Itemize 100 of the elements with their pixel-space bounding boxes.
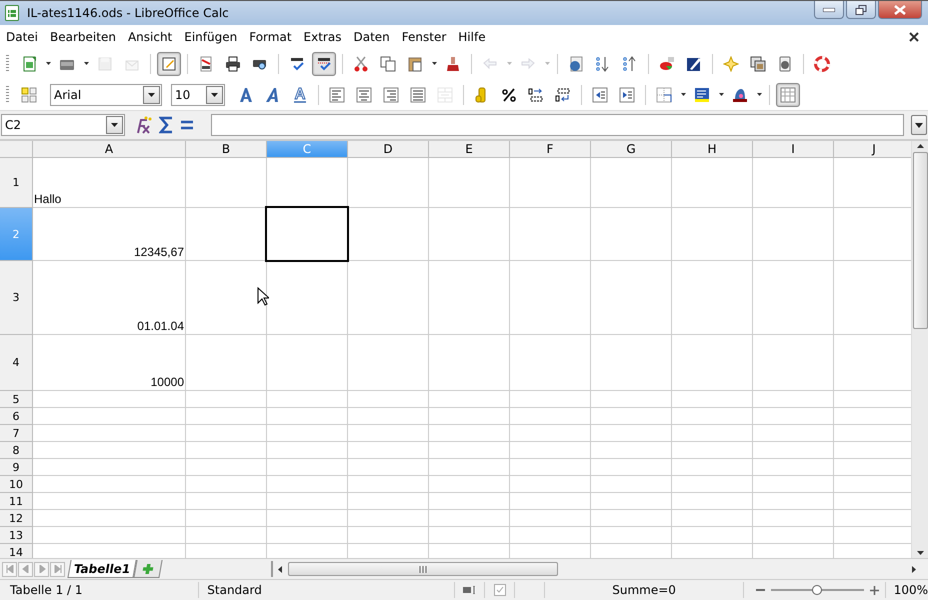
minimize-button[interactable]	[814, 1, 844, 19]
column-header[interactable]: A	[33, 141, 186, 158]
column-header[interactable]: J	[834, 141, 911, 158]
column-header[interactable]: B	[186, 141, 267, 158]
row-header[interactable]: 3	[0, 261, 33, 335]
row-header[interactable]: 13	[0, 527, 33, 544]
four-squares-icon	[21, 86, 37, 102]
align-center-icon	[356, 86, 372, 102]
edit-button[interactable]	[157, 52, 181, 76]
row-header[interactable]: 1	[0, 158, 33, 208]
scissors-icon	[353, 56, 369, 72]
justify-icon	[410, 86, 426, 102]
scrollbar-thumb[interactable]	[288, 562, 558, 576]
column-header[interactable]: G	[591, 141, 672, 158]
caret-icon	[432, 62, 436, 65]
caret-icon	[46, 62, 50, 65]
active-cell[interactable]	[267, 208, 347, 260]
font-size-field[interactable]: 10	[171, 84, 225, 106]
sheet-tab[interactable]: Tabelle1	[67, 560, 137, 578]
table-cell-text: 10000	[150, 374, 185, 390]
vertical-scrollbar[interactable]	[911, 141, 928, 558]
gridlines-button[interactable]	[776, 82, 800, 106]
borders-icon	[656, 86, 672, 102]
paintbrush-icon	[445, 56, 461, 72]
caret-icon	[680, 93, 686, 96]
pdf-document-icon	[198, 56, 214, 72]
minimize-icon	[823, 8, 835, 12]
menu-item[interactable]: Hilfe	[458, 30, 492, 44]
align-left-icon	[329, 86, 345, 102]
zoom-in-icon[interactable]	[870, 586, 879, 594]
menu-item[interactable]: Datei	[6, 30, 44, 44]
caret-icon	[756, 93, 762, 96]
insert-mode-icon	[462, 586, 477, 594]
add-sheet-button[interactable]	[134, 560, 163, 578]
row-header[interactable]: 5	[0, 391, 33, 408]
scroll-up-arrow-icon[interactable]	[916, 144, 924, 148]
menu-item[interactable]: Fenster	[402, 30, 452, 44]
row-header[interactable]: 10	[0, 476, 33, 493]
spellcheck-icon	[316, 56, 332, 72]
row-header[interactable]: 11	[0, 493, 33, 510]
plus-icon	[141, 562, 156, 574]
column-header[interactable]: E	[429, 141, 510, 158]
sum-icon[interactable]	[159, 116, 173, 134]
autospell-button[interactable]	[312, 52, 336, 76]
formula-input-field[interactable]	[211, 114, 904, 136]
merge-cells-icon	[437, 86, 453, 102]
menu-item[interactable]: Ansicht	[128, 30, 178, 44]
menu-item[interactable]: Extras	[304, 30, 348, 44]
stacked-frames-icon	[750, 56, 766, 72]
close-button[interactable]	[878, 1, 922, 19]
font-name-field[interactable]: Arial	[50, 84, 162, 106]
toolbar-grip[interactable]	[6, 54, 9, 72]
menu-item[interactable]: Daten	[353, 30, 396, 44]
document-modified-icon	[494, 584, 506, 596]
restore-icon	[855, 4, 867, 14]
window-title: IL-ates1146.ods - LibreOffice Calc	[27, 6, 229, 20]
row-header[interactable]: 8	[0, 442, 33, 459]
menu-item[interactable]: Einfügen	[184, 30, 244, 44]
scrollbar-thumb[interactable]	[912, 152, 928, 329]
toolbar-grip[interactable]	[6, 86, 9, 104]
row-header[interactable]: 7	[0, 425, 33, 442]
page-style-label: Standard	[199, 582, 456, 598]
caret-icon	[84, 62, 88, 65]
column-header[interactable]: D	[348, 141, 429, 158]
sheet-indicator: Tabelle 1 / 1	[0, 582, 200, 598]
underline-letter-icon	[292, 86, 308, 102]
row-header[interactable]: 4	[0, 335, 33, 391]
zoom-slider-thumb[interactable]	[812, 585, 822, 595]
table-cell-text: 12345,67	[132, 244, 185, 260]
grid-lines-icon	[780, 86, 796, 102]
caret-icon	[915, 122, 923, 128]
row-header[interactable]: 14	[0, 544, 33, 558]
close-icon[interactable]	[909, 32, 919, 42]
pie-chart-icon	[659, 56, 675, 72]
menu-item[interactable]: Format	[249, 30, 298, 44]
column-header[interactable]: I	[753, 141, 834, 158]
scroll-right-arrow-icon[interactable]	[912, 566, 916, 572]
scroll-down-arrow-icon[interactable]	[916, 551, 924, 555]
name-box[interactable]: C2	[1, 114, 125, 136]
percent-icon	[501, 86, 517, 102]
row-header[interactable]: 9	[0, 459, 33, 476]
row-header[interactable]: 12	[0, 510, 33, 527]
font-color-icon	[732, 86, 748, 102]
undo-arrow-icon	[482, 56, 498, 72]
restore-button[interactable]	[846, 1, 876, 19]
column-header[interactable]: F	[510, 141, 591, 158]
redo-arrow-icon	[520, 56, 536, 72]
expand-formula-button[interactable]	[911, 115, 927, 135]
printer-icon	[225, 56, 241, 72]
zoom-percentage: 100%	[892, 582, 928, 598]
arrow-icon	[54, 565, 62, 573]
column-header[interactable]: H	[672, 141, 753, 158]
pencil-icon	[161, 56, 177, 72]
caret-icon	[111, 123, 118, 127]
row-header[interactable]: 6	[0, 408, 33, 425]
caret-icon	[718, 93, 724, 96]
arrow-icon	[6, 565, 14, 573]
equals-icon[interactable]	[180, 120, 194, 130]
scroll-left-arrow-icon[interactable]	[278, 566, 282, 572]
menu-item[interactable]: Bearbeiten	[50, 30, 122, 44]
